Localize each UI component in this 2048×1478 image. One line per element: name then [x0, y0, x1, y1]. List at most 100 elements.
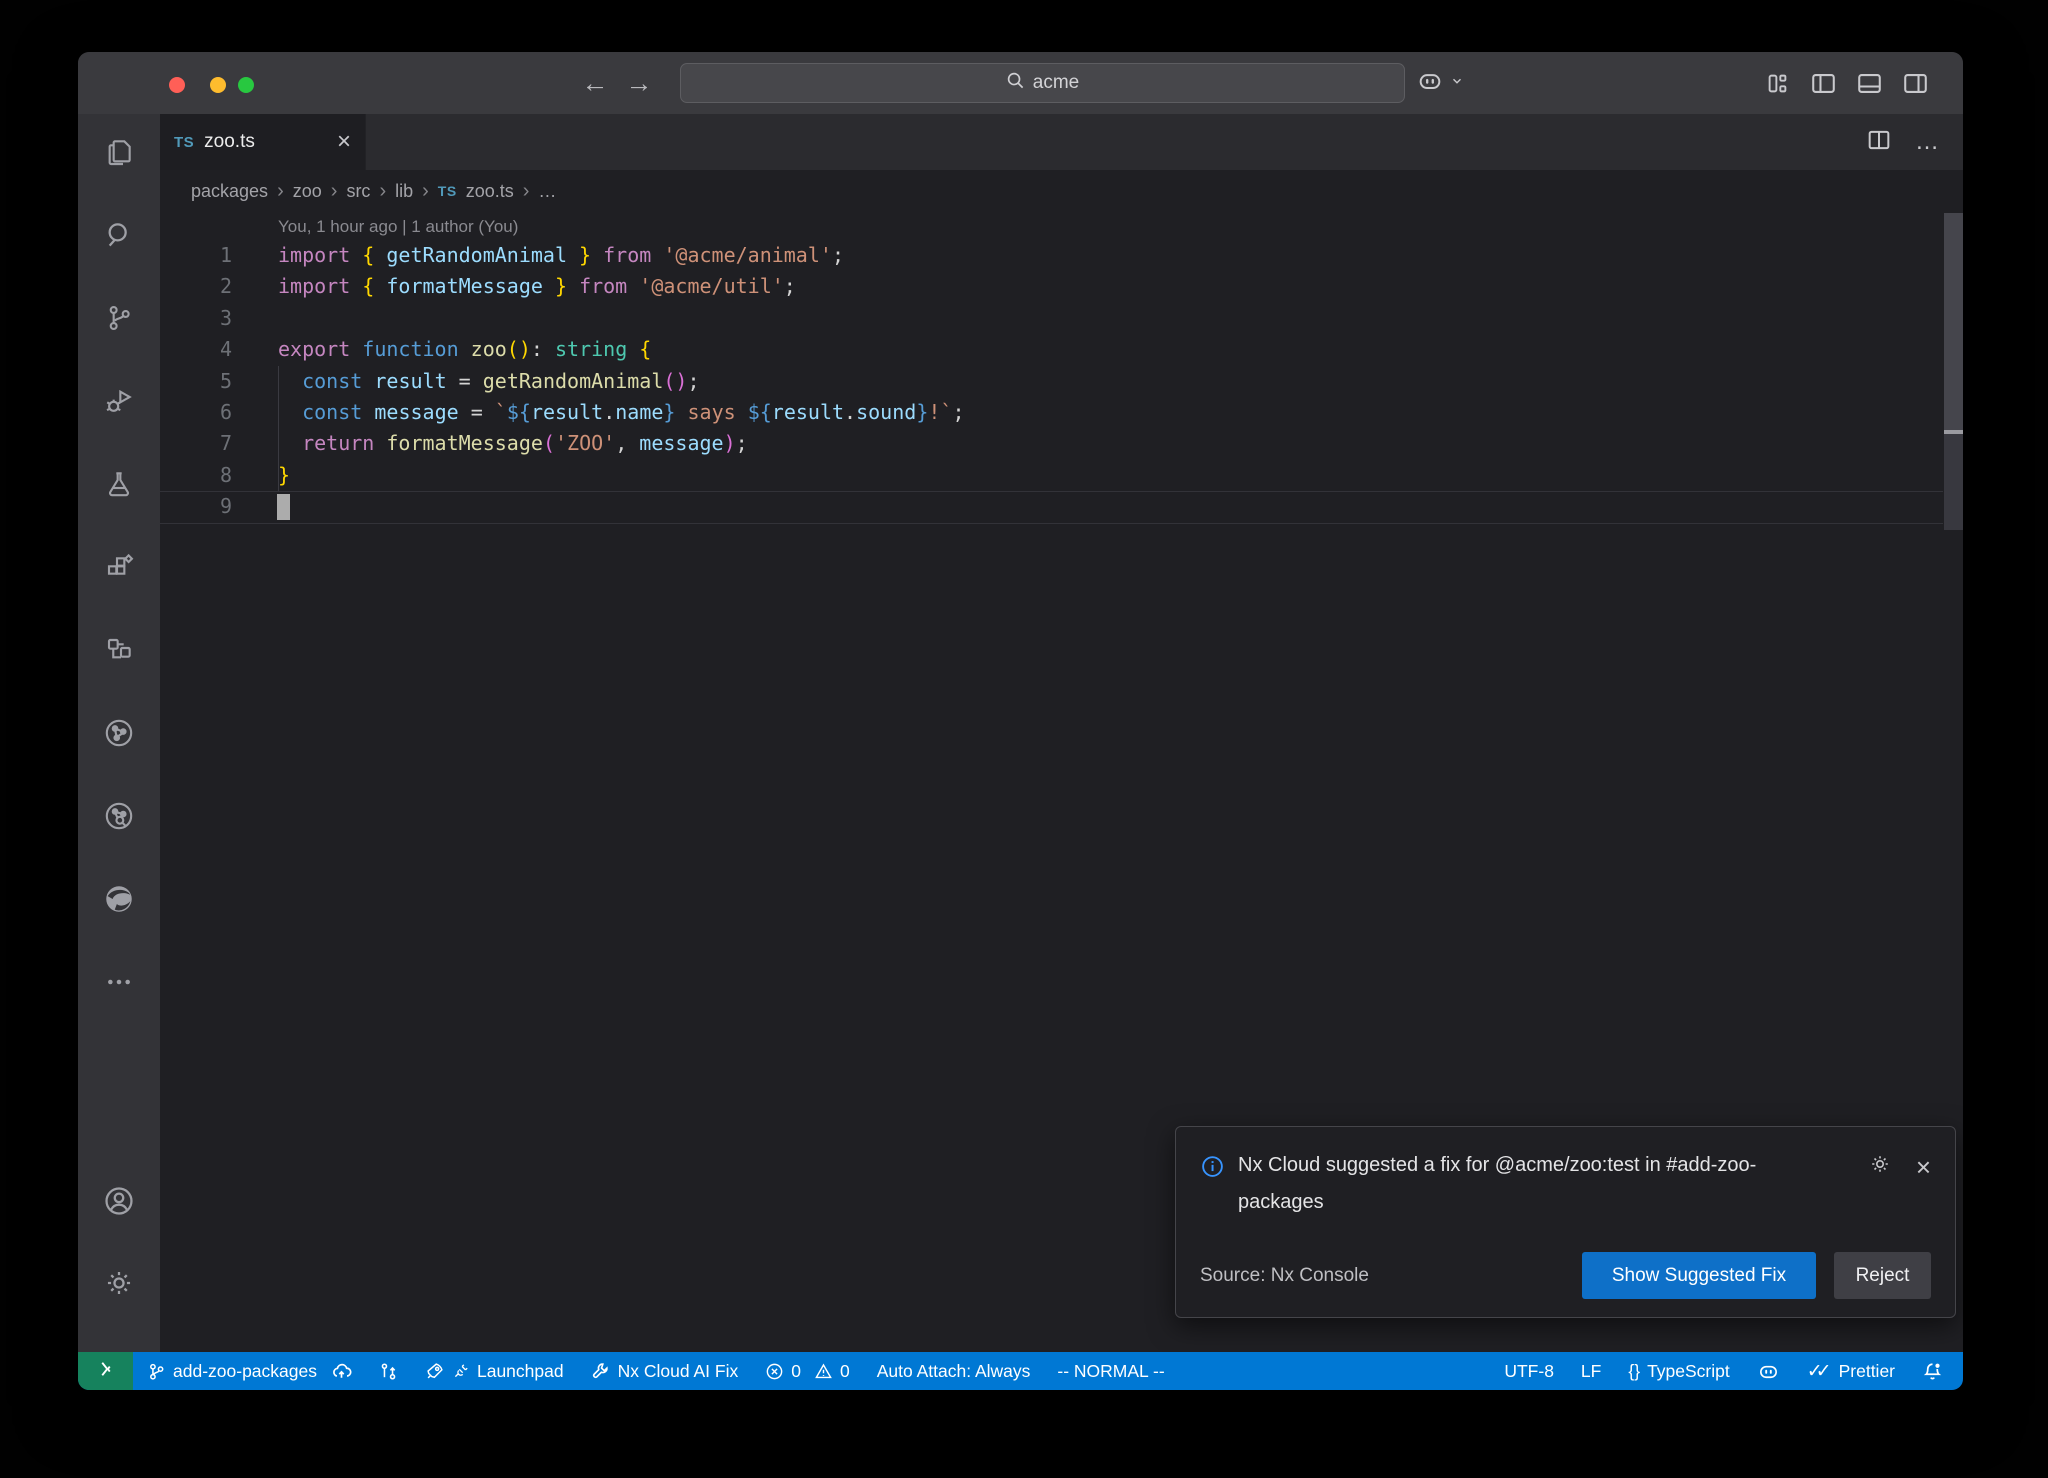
- tab-bar: TS zoo.ts × …: [160, 114, 1963, 170]
- breadcrumb-item-src[interactable]: src: [346, 181, 370, 202]
- tab-zoo-ts[interactable]: TS zoo.ts ×: [160, 114, 366, 170]
- sidebar-item-extensions[interactable]: [95, 545, 143, 593]
- sidebar-right-icon[interactable]: [1900, 68, 1930, 98]
- remote-indicator[interactable]: [78, 1352, 133, 1390]
- line-number[interactable]: 9: [160, 491, 232, 522]
- line-number[interactable]: 4: [160, 334, 232, 365]
- nx-cloud-fix-status-item[interactable]: Nx Cloud AI Fix: [591, 1361, 739, 1382]
- launchpad-status-item[interactable]: Launchpad: [425, 1361, 564, 1382]
- copilot-status-item[interactable]: [1757, 1360, 1780, 1383]
- command-center-search[interactable]: acme: [680, 63, 1405, 103]
- sidebar-item-more-views[interactable]: [95, 960, 143, 1008]
- warning-icon: [814, 1362, 833, 1381]
- sidebar-left-icon[interactable]: [1808, 68, 1838, 98]
- scrollbar-slider[interactable]: [1944, 213, 1963, 431]
- notification-settings-gear-icon[interactable]: [1868, 1152, 1892, 1181]
- breadcrumb-item-zoo-ts[interactable]: zoo.ts: [466, 181, 514, 202]
- copilot-icon: [1757, 1360, 1780, 1383]
- error-count: 0: [791, 1361, 801, 1382]
- copilot-menu-button[interactable]: [1416, 66, 1464, 100]
- extensions-icon: [103, 551, 135, 588]
- search-value: acme: [1033, 72, 1079, 94]
- code-line[interactable]: const message = `${result.name} says ${r…: [278, 397, 1933, 428]
- sidebar-item-edge-devtools[interactable]: [95, 877, 143, 925]
- encoding-label: UTF-8: [1504, 1361, 1554, 1382]
- show-suggested-fix-button[interactable]: Show Suggested Fix: [1582, 1252, 1816, 1299]
- more-views-icon: [103, 966, 135, 1003]
- sidebar-item-nx-cloud[interactable]: [95, 711, 143, 759]
- remote-icon: [96, 1359, 116, 1384]
- formatter-status-item[interactable]: ✓✓ Prettier: [1807, 1360, 1895, 1383]
- breadcrumb-item-packages[interactable]: packages: [191, 181, 268, 202]
- line-number[interactable]: 1: [160, 240, 232, 271]
- compare-changes-status-item[interactable]: [379, 1362, 398, 1381]
- encoding-status-item[interactable]: UTF-8: [1504, 1361, 1554, 1382]
- chevron-right-icon: ›: [422, 180, 429, 203]
- code-line[interactable]: }: [278, 460, 1933, 491]
- chevron-right-icon: ›: [523, 180, 530, 203]
- sidebar-item-testing[interactable]: [95, 462, 143, 510]
- desktop-background: ← → acme: [0, 0, 2048, 1478]
- chevron-down-icon: [1450, 74, 1464, 93]
- customize-layout-icon[interactable]: [1762, 68, 1792, 98]
- line-number[interactable]: 8: [160, 460, 232, 491]
- reject-button[interactable]: Reject: [1834, 1252, 1931, 1299]
- code-line[interactable]: import { formatMessage } from '@acme/uti…: [278, 271, 1933, 302]
- close-icon[interactable]: ×: [337, 132, 351, 152]
- notification-close-icon[interactable]: ×: [1916, 1156, 1931, 1178]
- traffic-minimize-button[interactable]: [210, 77, 226, 93]
- branch-status-item[interactable]: add-zoo-packages: [147, 1361, 352, 1382]
- code-line[interactable]: return formatMessage('ZOO', message);: [278, 428, 1933, 459]
- double-check-icon: ✓✓: [1807, 1360, 1825, 1383]
- vscode-window: ← → acme: [78, 52, 1963, 1390]
- code-line[interactable]: [278, 303, 1933, 334]
- sidebar-item-nx-cloud-inspect[interactable]: [95, 794, 143, 842]
- split-editor-icon[interactable]: [1865, 126, 1893, 159]
- graph-search-icon: [102, 799, 136, 838]
- auto-attach-status-item[interactable]: Auto Attach: Always: [877, 1361, 1031, 1382]
- sidebar-item-search[interactable]: [95, 213, 143, 261]
- back-button[interactable]: ←: [578, 66, 612, 100]
- notification-message: Nx Cloud suggested a fix for @acme/zoo:t…: [1238, 1147, 1814, 1221]
- line-number[interactable]: 7: [160, 428, 232, 459]
- panel-icon[interactable]: [1854, 68, 1884, 98]
- language-status-item[interactable]: {} TypeScript: [1628, 1361, 1729, 1382]
- sidebar-item-explorer[interactable]: [95, 130, 143, 178]
- search-icon: [103, 219, 135, 256]
- breadcrumb-item-zoo[interactable]: zoo: [293, 181, 322, 202]
- code-lines[interactable]: import { getRandomAnimal } from '@acme/a…: [278, 240, 1933, 523]
- notifications-status-item[interactable]: [1922, 1361, 1943, 1382]
- graph-circle-icon: [102, 716, 136, 755]
- forward-button[interactable]: →: [622, 66, 656, 100]
- breadcrumb-item-lib[interactable]: lib: [395, 181, 413, 202]
- vim-mode-status-item[interactable]: -- NORMAL --: [1057, 1361, 1164, 1382]
- sidebar-item-run-debug[interactable]: [95, 379, 143, 427]
- more-actions-icon[interactable]: …: [1915, 128, 1941, 156]
- notification-source: Source: Nx Console: [1200, 1265, 1369, 1287]
- plug-icon: [452, 1362, 470, 1380]
- sidebar-item-source-control[interactable]: [95, 296, 143, 344]
- traffic-close-button[interactable]: [169, 77, 185, 93]
- problems-status-item[interactable]: 0 0: [765, 1361, 849, 1382]
- line-number[interactable]: 3: [160, 303, 232, 334]
- code-line[interactable]: [278, 491, 1933, 522]
- bell-dot-icon: [1922, 1361, 1943, 1382]
- traffic-zoom-button[interactable]: [238, 77, 254, 93]
- sidebar-item-nx-console[interactable]: [95, 628, 143, 676]
- line-number[interactable]: 6: [160, 397, 232, 428]
- scrollbar-track[interactable]: [1944, 434, 1963, 530]
- line-number[interactable]: 5: [160, 366, 232, 397]
- line-number[interactable]: 2: [160, 271, 232, 302]
- code-line[interactable]: import { getRandomAnimal } from '@acme/a…: [278, 240, 1933, 271]
- breadcrumb-item-more[interactable]: …: [538, 181, 556, 202]
- breadcrumb: packages › zoo › src › lib › TS zoo.ts ›…: [160, 170, 1963, 212]
- testing-icon: [103, 468, 135, 505]
- code-line[interactable]: export function zoo(): string {: [278, 334, 1933, 365]
- source-control-icon: [103, 302, 135, 339]
- settings-button[interactable]: [78, 1266, 160, 1305]
- layout-controls: [1762, 66, 1930, 100]
- eol-status-item[interactable]: LF: [1581, 1361, 1601, 1382]
- code-line[interactable]: const result = getRandomAnimal();: [278, 366, 1933, 397]
- notification-toast: Nx Cloud suggested a fix for @acme/zoo:t…: [1175, 1126, 1956, 1318]
- account-button[interactable]: [78, 1184, 160, 1223]
